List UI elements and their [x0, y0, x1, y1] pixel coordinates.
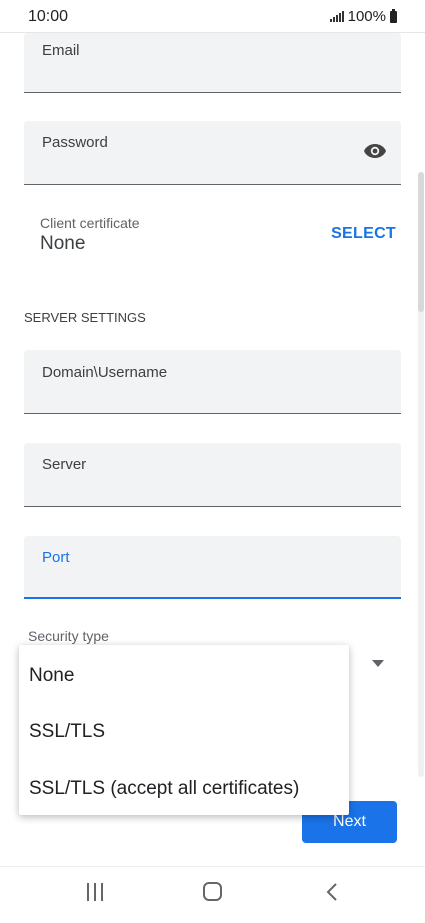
server-field[interactable]: Server — [24, 443, 401, 507]
signal-icon — [329, 11, 344, 22]
status-time: 10:00 — [28, 8, 69, 25]
select-certificate-button[interactable]: SELECT — [331, 225, 396, 243]
port-field[interactable]: Port — [24, 536, 401, 599]
back-icon[interactable] — [322, 881, 342, 903]
status-right: 100% — [329, 8, 397, 25]
home-icon[interactable] — [203, 882, 222, 901]
password-field[interactable]: Password — [24, 121, 401, 185]
email-field[interactable]: Email — [24, 33, 401, 93]
server-settings-title: SERVER SETTINGS — [24, 310, 146, 325]
email-label: Email — [42, 42, 80, 59]
navigation-bar — [0, 866, 425, 923]
server-label: Server — [42, 456, 87, 473]
battery-percent: 100% — [347, 8, 386, 25]
scrollbar-thumb[interactable] — [418, 172, 424, 312]
client-certificate-value: None — [40, 233, 86, 254]
domain-username-field[interactable]: Domain\Username — [24, 350, 401, 414]
password-label: Password — [42, 134, 108, 151]
security-type-menu: None SSL/TLS SSL/TLS (accept all certifi… — [19, 645, 349, 815]
menu-item-ssl-tls-accept-all[interactable]: SSL/TLS (accept all certificates) — [29, 778, 299, 800]
menu-item-none[interactable]: None — [29, 665, 74, 687]
port-label: Port — [42, 549, 70, 566]
menu-item-ssl-tls[interactable]: SSL/TLS — [29, 721, 105, 743]
recent-apps-icon[interactable] — [87, 883, 103, 901]
eye-icon[interactable] — [363, 143, 387, 159]
client-certificate-label: Client certificate — [40, 215, 140, 231]
security-type-label: Security type — [28, 628, 109, 644]
status-bar: 10:00 100% — [0, 0, 425, 33]
scrollbar[interactable] — [418, 172, 424, 777]
dropdown-arrow-icon[interactable] — [372, 660, 384, 667]
battery-icon — [390, 8, 397, 23]
domain-username-label: Domain\Username — [42, 364, 168, 381]
